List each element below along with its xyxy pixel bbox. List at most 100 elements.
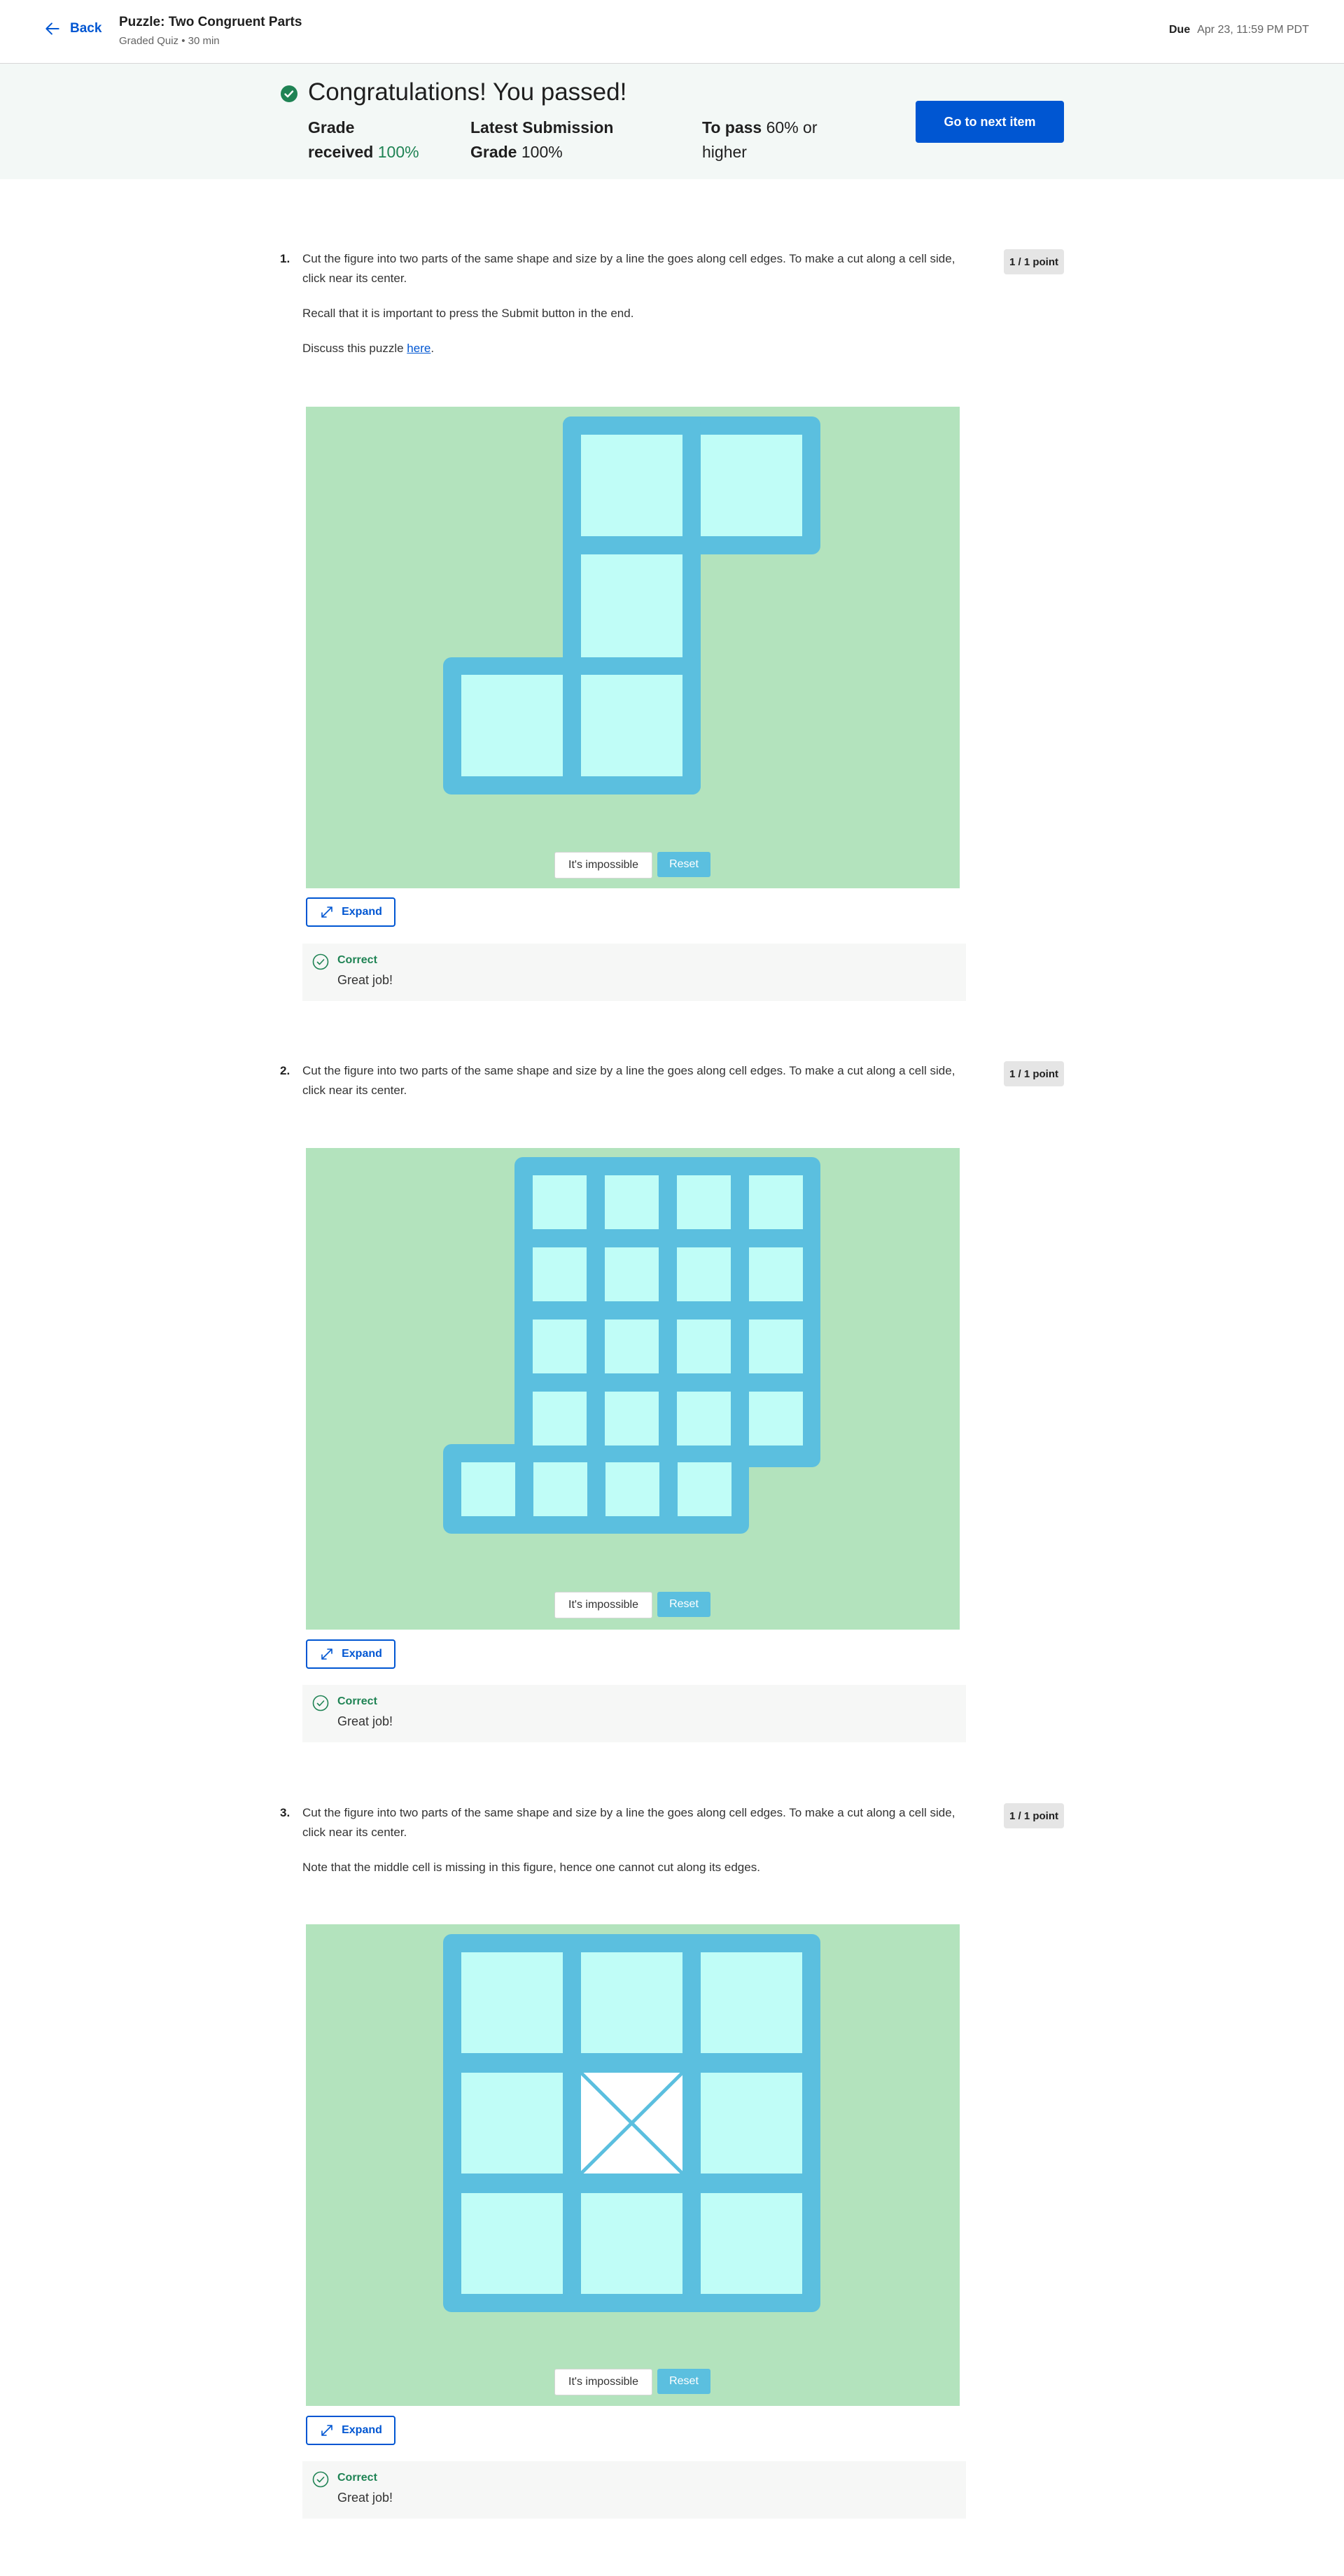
due-value: Apr 23, 11:59 PM PDT: [1197, 24, 1309, 36]
question-number: 2.: [280, 1064, 290, 1077]
latest-label: Latest Submission: [470, 118, 614, 136]
puzzle-cell[interactable]: [533, 1175, 587, 1229]
back-label: Back: [70, 21, 102, 36]
puzzle-cell[interactable]: [749, 1320, 803, 1373]
feedback-box: Correct Great job!: [302, 2461, 966, 2519]
puzzle-cell[interactable]: [677, 1392, 731, 1446]
feedback-message: Great job!: [337, 2491, 393, 2505]
puzzle-cell[interactable]: [677, 1247, 731, 1301]
puzzle-cell[interactable]: [677, 1175, 731, 1229]
puzzle-cell[interactable]: [581, 2193, 682, 2294]
discuss-line: Discuss this puzzle here.: [302, 339, 960, 358]
check-circle-icon: [281, 85, 298, 102]
expand-icon: [321, 2425, 332, 2436]
reset-button[interactable]: Reset: [657, 2369, 710, 2394]
back-button[interactable]: Back: [43, 20, 102, 38]
feedback-message: Great job!: [337, 1714, 393, 1728]
puzzle-cell[interactable]: [461, 1462, 515, 1516]
expand-label: Expand: [342, 906, 382, 918]
puzzle-cell[interactable]: [605, 1320, 659, 1373]
next-item-button[interactable]: Go to next item: [916, 101, 1064, 143]
quiz-subtitle: Graded Quiz • 30 min: [119, 35, 220, 47]
puzzle-cell[interactable]: [749, 1392, 803, 1446]
expand-label: Expand: [342, 2424, 382, 2436]
latest-value: 100%: [521, 143, 563, 161]
points-badge: 1 / 1 point: [1004, 1061, 1064, 1086]
discuss-prefix: Discuss this puzzle: [302, 342, 407, 355]
feedback-status: Correct: [337, 2472, 377, 2484]
check-circle-icon: [312, 953, 329, 970]
puzzle-figure[interactable]: [306, 407, 960, 888]
puzzle-canvas[interactable]: It's impossible Reset: [306, 1924, 960, 2406]
discuss-link[interactable]: here: [407, 342, 430, 355]
result-banner: [0, 64, 1344, 179]
reset-button[interactable]: Reset: [657, 852, 710, 877]
due-label: Due: [1168, 24, 1191, 36]
latest-submission-grade: Latest Submission Grade 100%: [470, 115, 613, 164]
question-number: 3.: [280, 1806, 290, 1819]
puzzle-cell[interactable]: [533, 1247, 587, 1301]
puzzle-cell[interactable]: [701, 1952, 802, 2053]
puzzle-cell[interactable]: [701, 2193, 802, 2294]
question-text: Cut the figure into two parts of the sam…: [302, 1803, 960, 1893]
expand-icon: [321, 906, 332, 918]
feedback-box: Correct Great job!: [302, 944, 966, 1001]
puzzle-cell[interactable]: [749, 1175, 803, 1229]
question-prompt: Cut the figure into two parts of the sam…: [302, 1806, 955, 1839]
puzzle-cell[interactable]: [581, 1952, 682, 2053]
expand-icon: [321, 1648, 332, 1660]
feedback-box: Correct Great job!: [302, 1685, 966, 1742]
impossible-button[interactable]: It's impossible: [554, 2369, 652, 2395]
reset-button[interactable]: Reset: [657, 1592, 710, 1617]
puzzle-cell[interactable]: [749, 1247, 803, 1301]
impossible-button[interactable]: It's impossible: [554, 852, 652, 878]
pass-label: To pass: [702, 118, 762, 136]
latest-label-2: Grade: [470, 143, 517, 161]
discuss-suffix: .: [430, 342, 435, 355]
puzzle-cell[interactable]: [605, 1247, 659, 1301]
puzzle-cell[interactable]: [533, 1320, 587, 1373]
puzzle-cell[interactable]: [461, 1952, 563, 2053]
puzzle-cell[interactable]: [701, 2073, 802, 2174]
pass-title: Congratulations! You passed!: [308, 78, 627, 106]
puzzle-canvas[interactable]: It's impossible Reset: [306, 407, 960, 888]
impossible-button[interactable]: It's impossible: [554, 1592, 652, 1618]
points-badge: 1 / 1 point: [1004, 1803, 1064, 1828]
pass-suffix: or: [803, 118, 818, 136]
puzzle-cell[interactable]: [606, 1462, 659, 1516]
expand-button[interactable]: Expand: [306, 1639, 396, 1669]
expand-button[interactable]: Expand: [306, 2416, 396, 2445]
puzzle-cell[interactable]: [533, 1462, 587, 1516]
puzzle-cell[interactable]: [678, 1462, 732, 1516]
grade-label: Grade: [308, 118, 355, 136]
question-text: Cut the figure into two parts of the sam…: [302, 249, 960, 374]
puzzle-cell[interactable]: [461, 2073, 563, 2174]
puzzle-cell[interactable]: [605, 1392, 659, 1446]
expand-button[interactable]: Expand: [306, 897, 396, 927]
puzzle-cell[interactable]: [533, 1392, 587, 1446]
puzzle-cell[interactable]: [581, 435, 682, 536]
question-prompt: Cut the figure into two parts of the sam…: [302, 1064, 955, 1097]
puzzle-cell[interactable]: [677, 1320, 731, 1373]
puzzle-figure[interactable]: [306, 1148, 960, 1630]
arrow-left-icon: [46, 22, 59, 35]
check-circle-icon: [312, 1695, 329, 1712]
puzzle-cell[interactable]: [581, 675, 682, 776]
puzzle-cell[interactable]: [461, 675, 563, 776]
feedback-status: Correct: [337, 954, 377, 966]
puzzle-cell[interactable]: [581, 554, 682, 657]
feedback-message: Great job!: [337, 973, 393, 987]
grade-label-2: received: [308, 143, 374, 161]
expand-label: Expand: [342, 1648, 382, 1660]
pass-threshold: To pass 60% or higher: [702, 115, 818, 164]
puzzle-cell[interactable]: [701, 435, 802, 536]
puzzle-cell[interactable]: [461, 2193, 563, 2294]
puzzle-figure[interactable]: [306, 1924, 960, 2406]
puzzle-canvas[interactable]: It's impossible Reset: [306, 1148, 960, 1630]
question-prompt: Cut the figure into two parts of the sam…: [302, 252, 955, 285]
points-badge: 1 / 1 point: [1004, 249, 1064, 274]
grade-received: Grade received 100%: [308, 115, 419, 164]
due-date: Due Apr 23, 11:59 PM PDT: [1169, 24, 1309, 36]
question-note: Note that the middle cell is missing in …: [302, 1861, 760, 1874]
puzzle-cell[interactable]: [605, 1175, 659, 1229]
